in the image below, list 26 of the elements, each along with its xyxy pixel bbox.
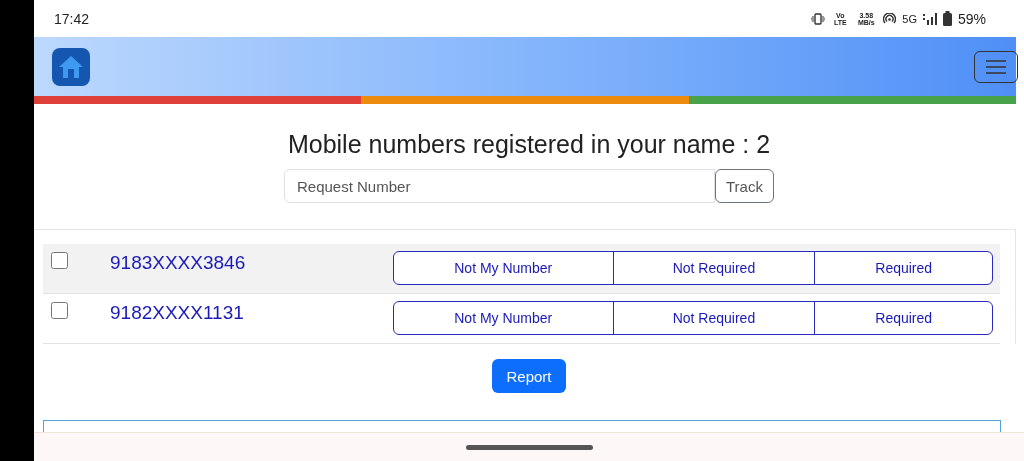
mobile-number: 9183XXXX3846 xyxy=(110,252,247,274)
battery-level: 59% xyxy=(957,10,986,27)
page-heading: Mobile numbers registered in your name : 2 xyxy=(287,130,771,159)
gesture-handle[interactable] xyxy=(465,444,593,450)
signal-icon xyxy=(922,12,937,25)
status-option-button[interactable]: Not Required xyxy=(612,301,816,335)
mobile-number: 9182XXXX1131 xyxy=(110,302,245,324)
hotspot-icon xyxy=(883,12,897,25)
status-option-button[interactable]: Required xyxy=(814,301,993,335)
status-option-button[interactable]: Required xyxy=(814,251,993,285)
row-checkbox[interactable] xyxy=(51,252,68,269)
status-time: 17:42 xyxy=(54,10,90,27)
status-option-button[interactable]: Not My Number xyxy=(393,301,614,335)
row-checkbox[interactable] xyxy=(51,302,68,319)
status-option-button[interactable]: Not My Number xyxy=(393,251,614,285)
network-type: 5G xyxy=(902,12,917,25)
status-option-button[interactable]: Not Required xyxy=(612,251,816,285)
menu-button[interactable] xyxy=(974,50,1018,83)
home-icon xyxy=(58,54,84,79)
request-number-field[interactable]: Request Number xyxy=(284,169,715,203)
vibrate-icon xyxy=(811,12,826,25)
report-button[interactable]: Report xyxy=(492,359,566,393)
home-button[interactable] xyxy=(52,47,90,86)
menu-icon xyxy=(986,59,1006,74)
track-button[interactable]: Track xyxy=(715,169,774,203)
battery-icon xyxy=(942,11,952,26)
